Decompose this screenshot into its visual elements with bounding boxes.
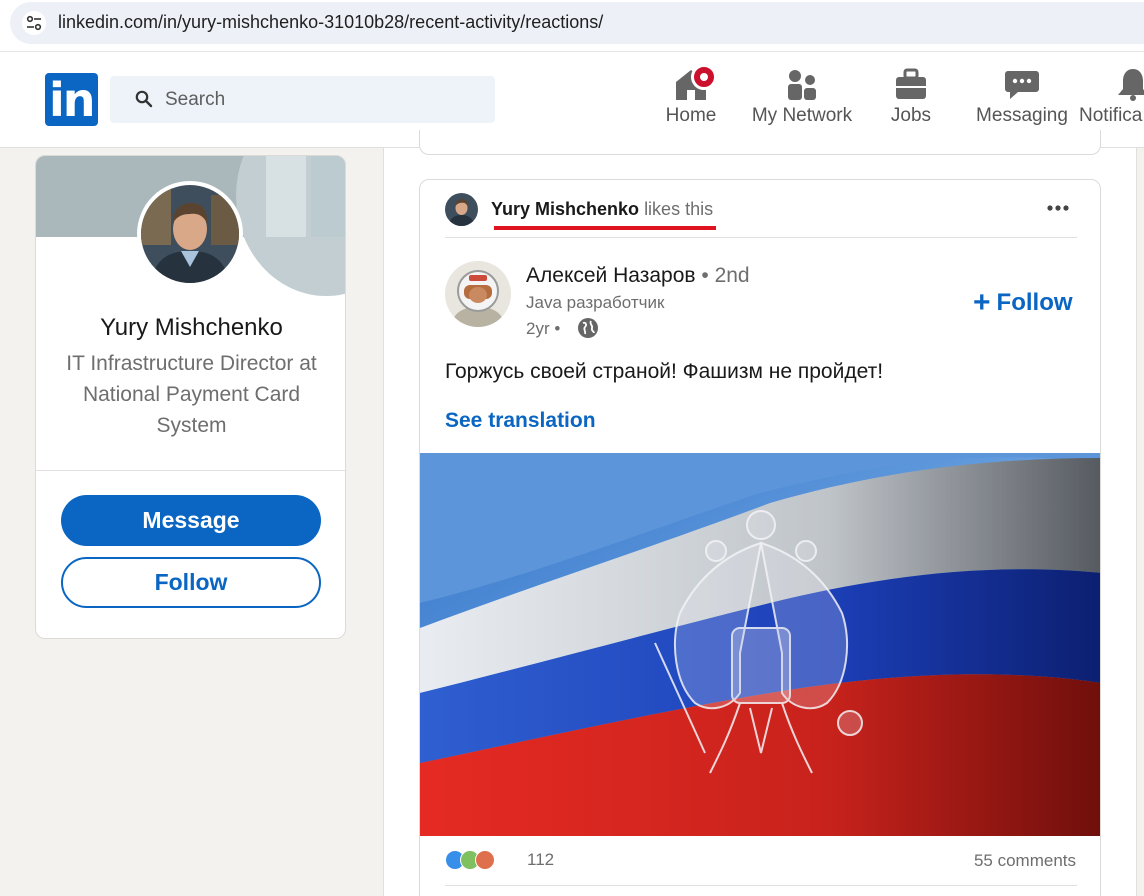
author-headline: Java разработчик <box>526 293 665 312</box>
bell-icon <box>1118 69 1144 101</box>
more-options-icon[interactable] <box>1046 204 1070 212</box>
nav-jobs-label: Jobs <box>890 105 932 126</box>
highlight-underline <box>494 226 716 230</box>
post-text: Горжусь своей страной! Фашизм не пройдет… <box>445 360 884 383</box>
context-name[interactable]: Yury Mishchenko <box>491 199 639 219</box>
messaging-icon <box>1005 71 1039 99</box>
avatar[interactable] <box>137 181 243 287</box>
comments-count-link[interactable]: 55 comments <box>974 851 1076 871</box>
browser-address-bar: linkedin.com/in/yury-mishchenko-31010b28… <box>0 0 1144 52</box>
nav-notifications[interactable]: Notifica <box>1079 67 1144 137</box>
nav-my-network-label: My Network <box>751 105 853 126</box>
feed-post: Yury Mishchenko likes this Алексей Назар… <box>419 179 1101 896</box>
plus-icon: + <box>973 286 991 319</box>
search-input[interactable]: Search <box>165 89 225 111</box>
reaction-context: Yury Mishchenko likes this <box>491 199 713 220</box>
notification-badge <box>691 64 717 90</box>
post-time: 2yr • <box>526 319 561 338</box>
profile-headline: IT Infrastructure Director at National P… <box>66 352 317 437</box>
nav-home-label: Home <box>665 105 717 126</box>
love-reaction-icon <box>475 850 495 870</box>
reaction-count: 112 <box>527 850 555 869</box>
follow-author-label: Follow <box>996 289 1073 316</box>
follow-button[interactable]: Follow <box>61 557 321 608</box>
nav-messaging[interactable]: Messaging <box>975 67 1069 137</box>
url-field[interactable]: linkedin.com/in/yury-mishchenko-31010b28… <box>10 2 1144 44</box>
divider <box>445 885 1077 886</box>
logo-text: in <box>49 73 95 127</box>
flag-image <box>420 453 1100 836</box>
author-name[interactable]: Алексей Назаров <box>526 264 696 287</box>
nav-my-network[interactable]: My Network <box>749 67 855 137</box>
author-line: Алексей Назаров • 2nd <box>526 264 750 288</box>
nav-jobs[interactable]: Jobs <box>888 67 934 137</box>
connection-degree: • 2nd <box>701 264 750 287</box>
divider <box>445 237 1077 238</box>
search-icon <box>135 90 153 108</box>
post-image[interactable] <box>420 453 1100 836</box>
nav-home[interactable]: Home <box>664 64 718 137</box>
divider <box>36 470 345 471</box>
see-translation-link[interactable]: See translation <box>445 409 596 433</box>
briefcase-icon <box>896 68 926 99</box>
linkedin-logo[interactable]: in <box>45 73 98 126</box>
nav-messaging-label: Messaging <box>976 105 1068 126</box>
nav-notifications-label: Notifica <box>1079 105 1143 126</box>
context-action: likes this <box>644 199 714 219</box>
message-button[interactable]: Message <box>61 495 321 546</box>
author-avatar[interactable] <box>445 261 511 327</box>
search-box[interactable]: Search <box>110 76 495 123</box>
globe-icon <box>578 318 598 338</box>
profile-card: Yury Mishchenko IT Infrastructure Direct… <box>35 155 346 639</box>
context-avatar[interactable] <box>445 193 478 226</box>
site-settings-icon[interactable] <box>22 11 46 35</box>
follow-author-button[interactable]: + Follow <box>973 284 1073 319</box>
profile-name[interactable]: Yury Mishchenko <box>36 314 345 342</box>
previous-post-card <box>419 130 1101 155</box>
url-text[interactable]: linkedin.com/in/yury-mishchenko-31010b28… <box>58 12 603 33</box>
network-icon <box>788 70 816 100</box>
